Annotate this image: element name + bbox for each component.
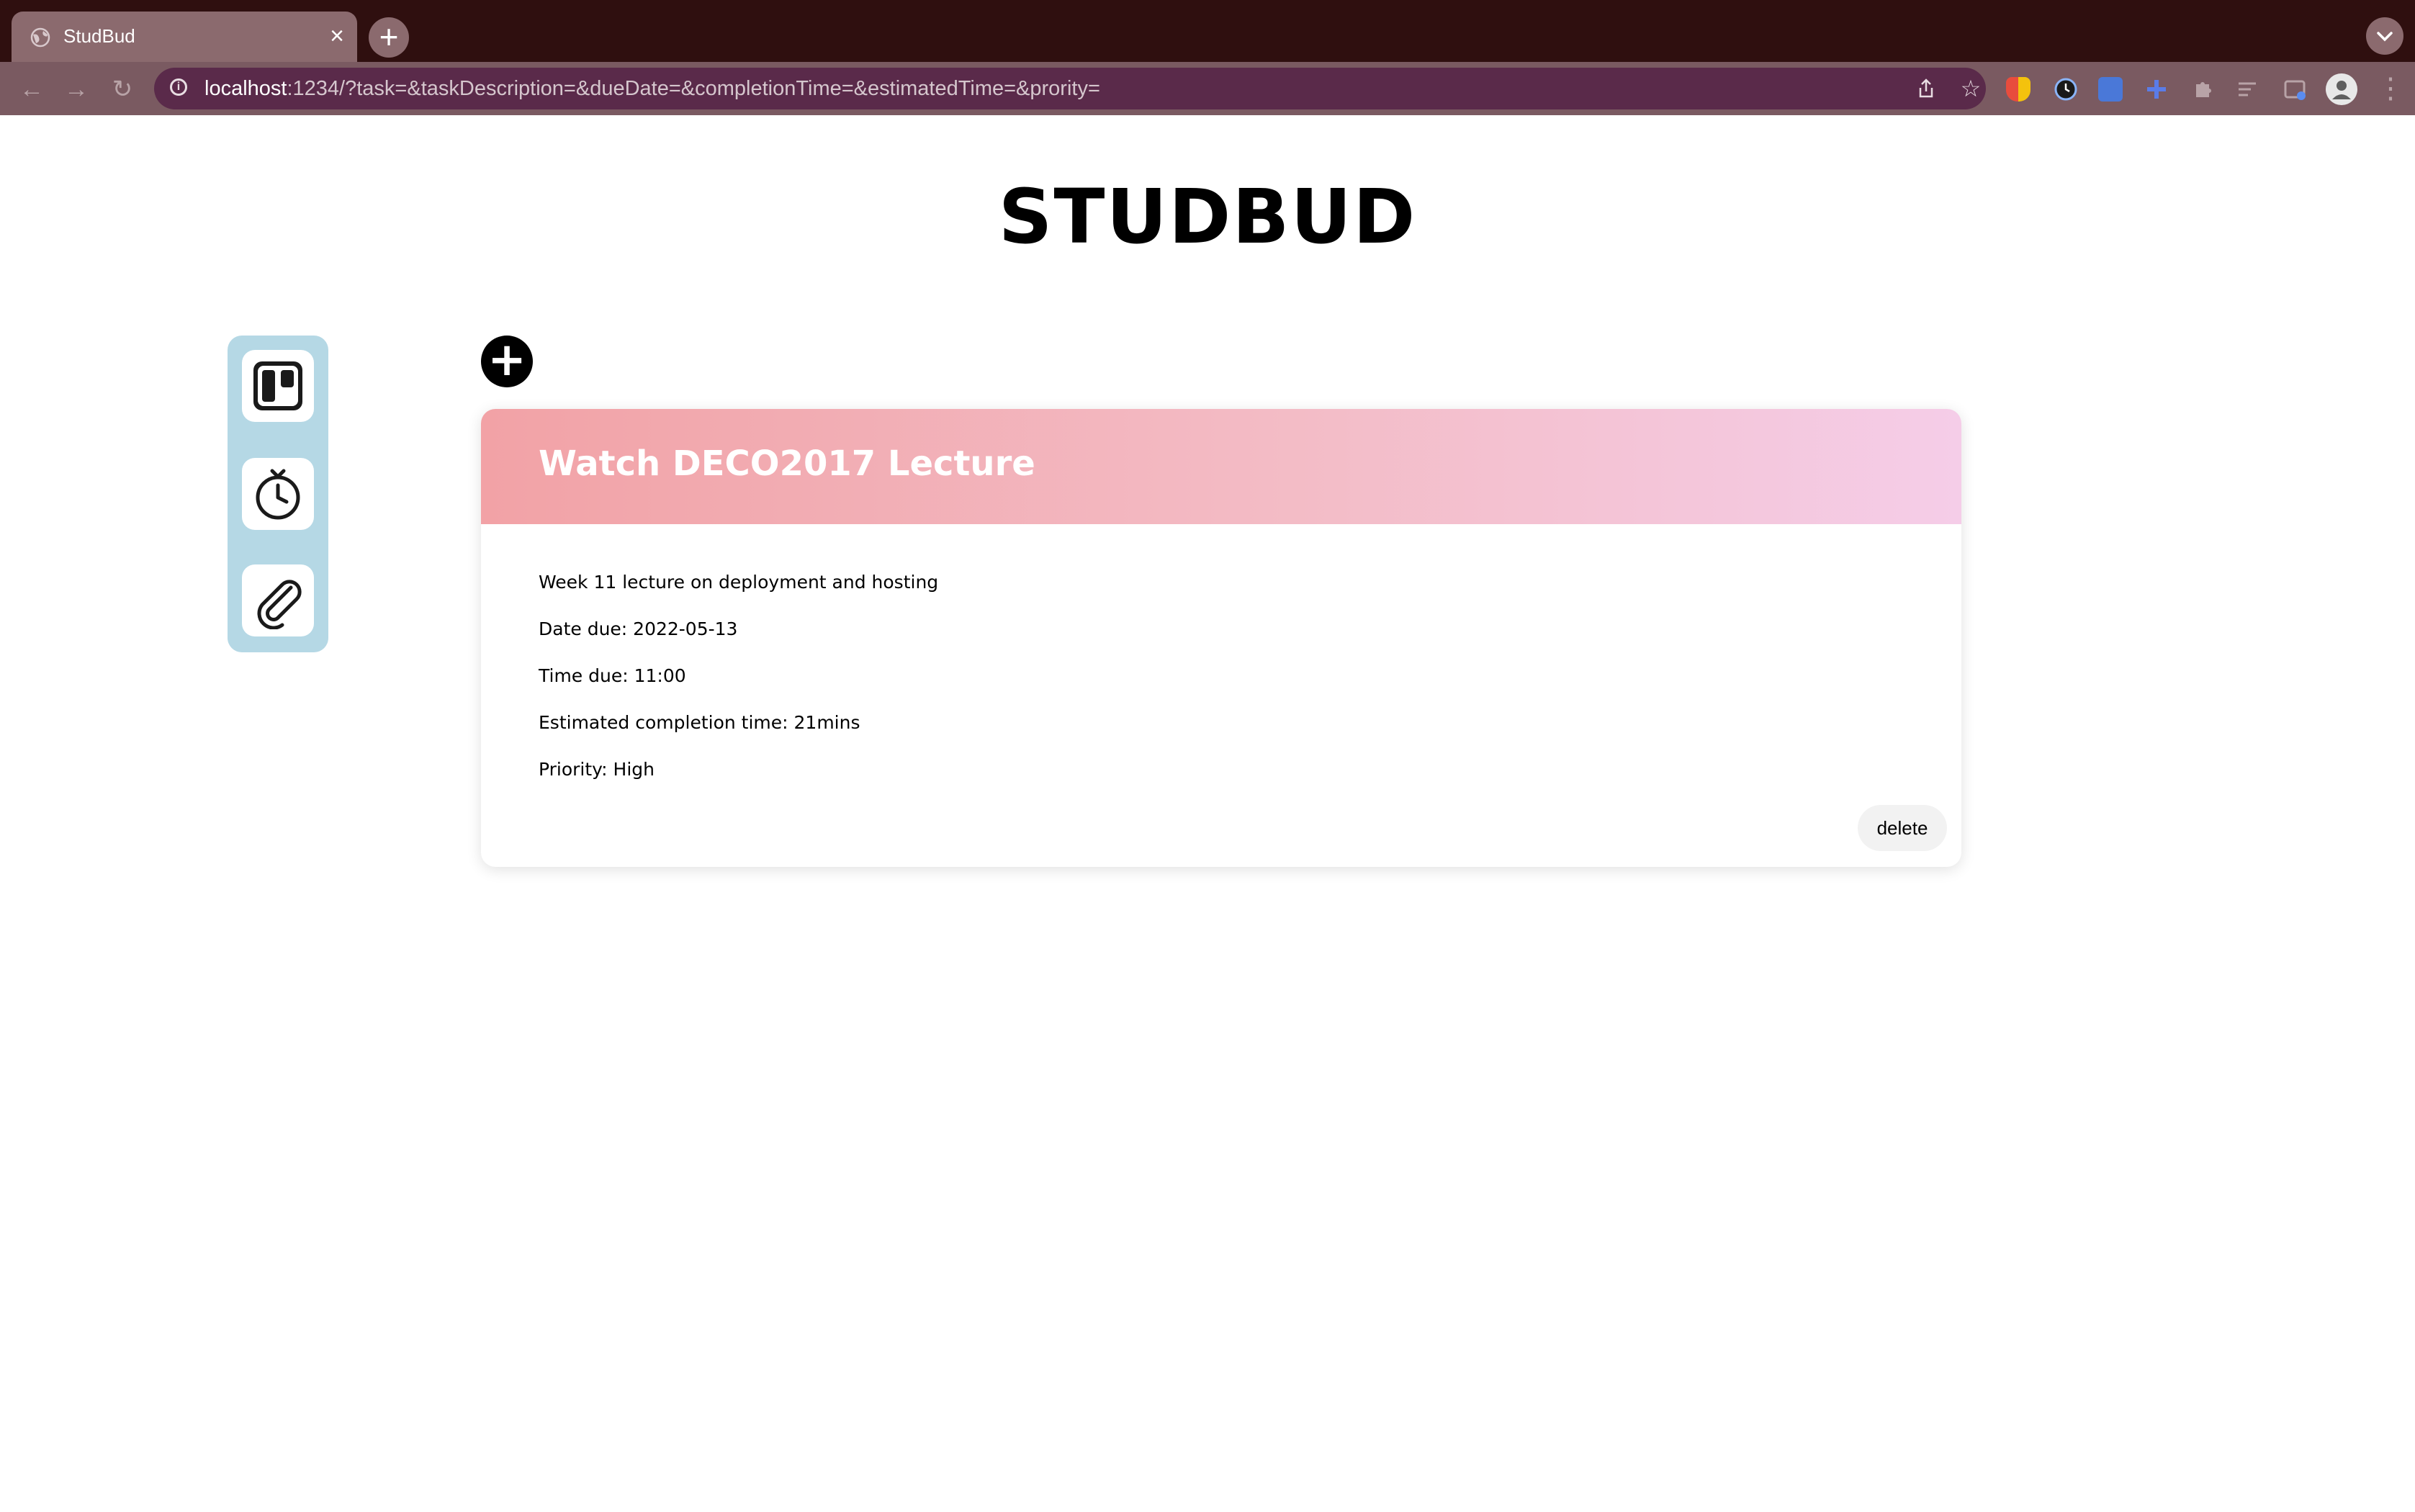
reading-list-icon[interactable] (2235, 77, 2259, 102)
site-info-icon[interactable]: i (170, 78, 187, 96)
sidebar-item-kanban[interactable] (242, 350, 314, 422)
forward-arrow-icon[interactable]: → (60, 73, 92, 105)
browser-tab[interactable]: StudBud × (12, 12, 357, 62)
page-title: STUDBUD (998, 173, 1417, 261)
tab-close-icon[interactable]: × (330, 22, 344, 50)
url-path: :1234/?task=&taskDescription=&dueDate=&c… (287, 77, 1100, 100)
task-card: Watch DECO2017 Lecture Week 11 lecture o… (481, 409, 1961, 867)
task-date-due: Date due: 2022-05-13 (539, 618, 738, 639)
back-arrow-icon[interactable]: ← (16, 73, 48, 105)
tab-search-button[interactable] (2366, 17, 2403, 55)
browser-menu-icon[interactable]: ⋮ (2376, 71, 2405, 107)
task-time-due: Time due: 11:00 (539, 665, 686, 686)
sidebar-item-stopwatch[interactable] (242, 458, 314, 530)
url-host: localhost (204, 77, 287, 100)
chevron-down-icon (2377, 32, 2393, 42)
delete-button[interactable]: delete (1858, 805, 1947, 851)
extension-shield-icon[interactable] (2006, 77, 2031, 102)
task-estimated-time: Estimated completion time: 21mins (539, 712, 860, 733)
extensions-puzzle-icon[interactable] (2190, 77, 2215, 102)
tab-title: StudBud (63, 25, 135, 47)
kanban-board-icon (253, 361, 302, 410)
share-icon[interactable] (1914, 76, 1938, 101)
paperclip-icon (257, 580, 302, 629)
profile-avatar-icon[interactable] (2326, 73, 2357, 105)
stopwatch-icon (256, 469, 300, 520)
globe-icon (30, 27, 50, 48)
bookmark-star-icon[interactable]: ☆ (1958, 76, 1983, 101)
reload-icon[interactable]: ↻ (107, 73, 138, 105)
sidebar-item-resources[interactable] (242, 564, 314, 636)
extension-clock-icon[interactable] (2054, 77, 2078, 102)
url-text[interactable]: localhost:1234/?task=&taskDescription=&d… (204, 77, 1100, 101)
task-title: Watch DECO2017 Lecture (539, 444, 1035, 484)
new-tab-button[interactable]: + (369, 17, 409, 58)
browser-toolbar: ← → ↻ i localhost:1234/?task=&taskDescri… (0, 62, 2415, 115)
address-bar[interactable]: i localhost:1234/?task=&taskDescription=… (154, 68, 1986, 109)
side-panel-icon[interactable] (2283, 77, 2307, 102)
browser-tab-bar: StudBud × + (0, 0, 2415, 62)
extension-arrows-icon[interactable] (2144, 77, 2169, 102)
task-card-header: Watch DECO2017 Lecture (481, 409, 1961, 524)
task-priority: Priority: High (539, 759, 655, 780)
task-description: Week 11 lecture on deployment and hostin… (539, 572, 939, 593)
sidebar (228, 336, 328, 652)
extension-translate-icon[interactable] (2098, 77, 2123, 102)
add-task-button[interactable]: + (481, 336, 533, 387)
